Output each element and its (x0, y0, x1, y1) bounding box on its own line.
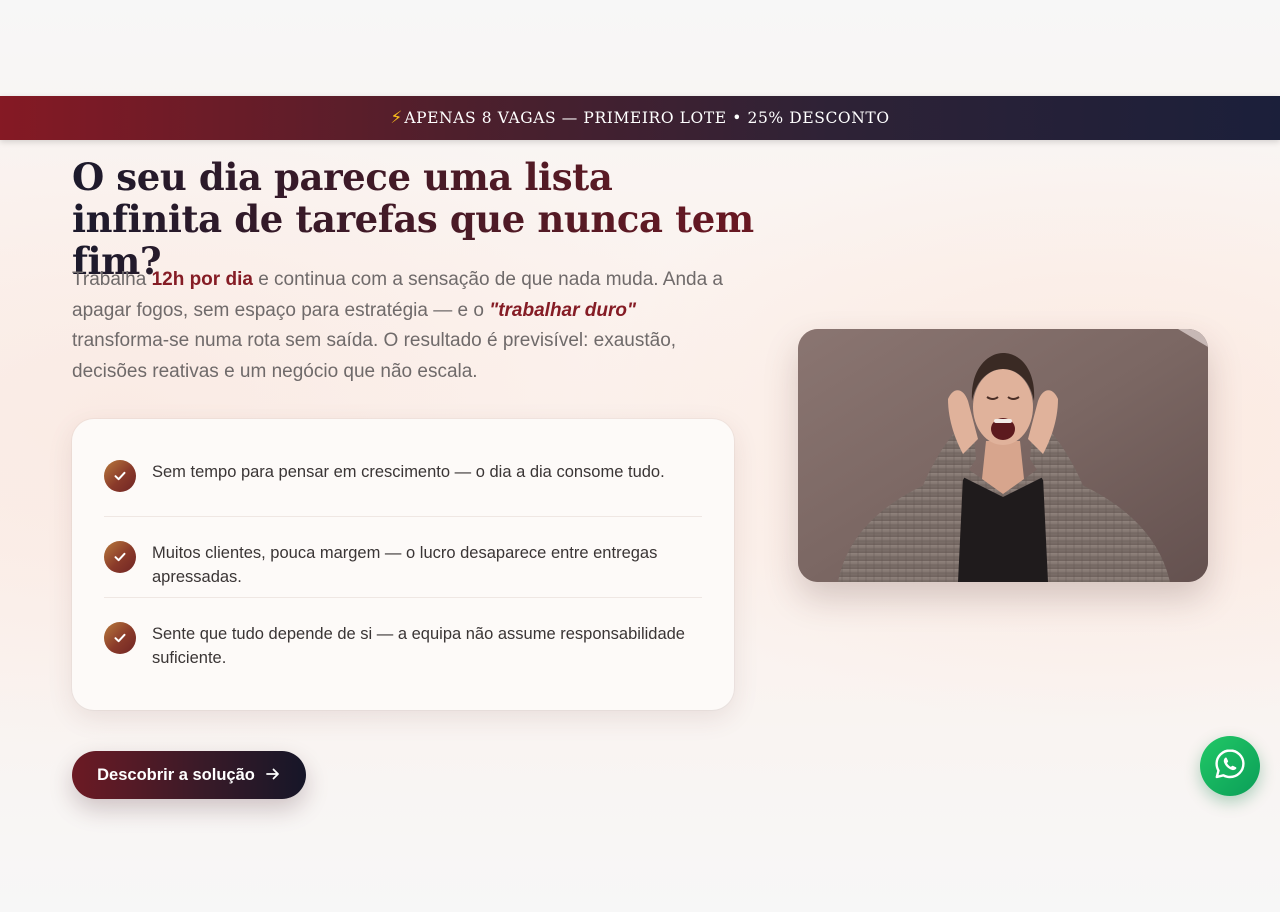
pain-points-card: Sem tempo para pensar em crescimento — o… (72, 419, 734, 710)
lead-text-3: transforma-se numa rota sem saída. O res… (72, 330, 677, 382)
lead-highlight-hours: 12h por dia (151, 269, 253, 290)
cta-label: Descobrir a solução (97, 765, 255, 784)
page-headline: O seu dia parece uma lista infinita de t… (72, 156, 772, 282)
lightning-bolt-icon: ⚡ (390, 108, 403, 128)
lead-paragraph: Trabalha 12h por dia e continua com a se… (72, 265, 732, 387)
promo-banner: ⚡ APENAS 8 VAGAS — PRIMEIRO LOTE • 25% D… (0, 96, 1280, 140)
woman-shouting-illustration (798, 329, 1208, 582)
check-icon (104, 460, 136, 492)
arrow-right-icon (265, 766, 281, 785)
pain-point-item: Sem tempo para pensar em crescimento — o… (104, 460, 704, 492)
whatsapp-button[interactable] (1200, 736, 1260, 796)
pain-point-text: Muitos clientes, pouca margem — o lucro … (152, 544, 658, 586)
hero-photo (798, 329, 1208, 582)
promo-banner-text: APENAS 8 VAGAS — PRIMEIRO LOTE • 25% DES… (404, 109, 890, 127)
divider (104, 516, 702, 517)
check-icon (104, 622, 136, 654)
divider (104, 597, 702, 598)
lead-text-1: Trabalha (72, 269, 152, 290)
pain-point-text: Sente que tudo depende de si — a equipa … (152, 625, 685, 667)
lead-highlight-quote: "trabalhar duro" (489, 299, 637, 321)
pain-point-text: Sem tempo para pensar em crescimento — o… (152, 463, 665, 481)
whatsapp-icon (1213, 747, 1247, 785)
pain-point-item: Muitos clientes, pouca margem — o lucro … (104, 541, 704, 589)
check-icon (104, 541, 136, 573)
pain-point-item: Sente que tudo depende de si — a equipa … (104, 622, 704, 670)
discover-solution-button[interactable]: Descobrir a solução (72, 751, 306, 799)
